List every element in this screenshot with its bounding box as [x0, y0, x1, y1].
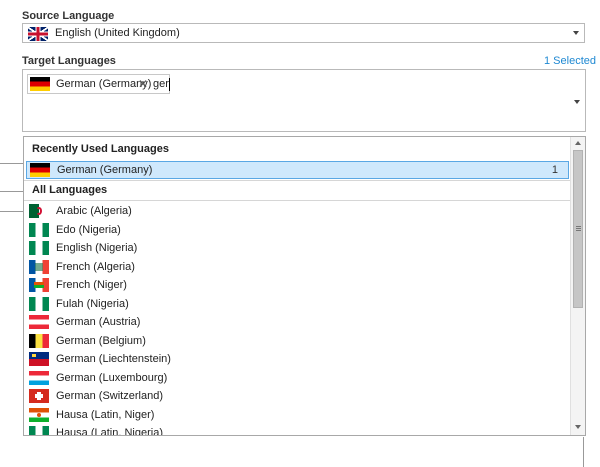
- list-item-german-germany[interactable]: German (Germany) 1: [26, 161, 569, 179]
- divider-line: [0, 191, 24, 192]
- france-algeria-flag-icon: [29, 259, 49, 274]
- list-item-label: German (Liechtenstein): [56, 353, 171, 365]
- list-item[interactable]: German (Switzerland): [24, 387, 570, 405]
- target-languages-field[interactable]: German (Germany) ✕ ger: [22, 69, 586, 132]
- selected-count-link[interactable]: 1 Selected: [544, 55, 596, 67]
- grip-line: [576, 230, 581, 231]
- chevron-down-icon[interactable]: [573, 31, 579, 35]
- austria-flag-icon: [29, 315, 49, 329]
- scroll-up-icon[interactable]: [575, 141, 581, 145]
- list-item[interactable]: Arabic (Algeria): [24, 202, 570, 220]
- list-item-label: German (Belgium): [56, 334, 146, 347]
- usage-count: 1: [551, 164, 558, 176]
- grip-line: [576, 226, 581, 227]
- selected-language-chip: German (Germany) ✕: [27, 74, 170, 94]
- switzerland-flag-icon: [29, 389, 49, 403]
- belgium-flag-icon: [29, 333, 49, 348]
- list-item-label: German (Switzerland): [56, 390, 163, 402]
- list-item-label: Hausa (Latin, Niger): [56, 408, 155, 421]
- list-item[interactable]: French (Algeria): [24, 258, 570, 276]
- luxembourg-flag-icon: [29, 370, 49, 385]
- nigeria-flag-icon: [29, 426, 49, 435]
- divider-line: [583, 437, 584, 467]
- divider-line: [0, 163, 24, 164]
- recent-languages-header: Recently Used Languages: [32, 143, 169, 155]
- all-languages-header: All Languages: [32, 184, 108, 196]
- list-item[interactable]: Hausa (Latin, Nigeria): [24, 424, 570, 436]
- list-item-label: French (Algeria): [56, 260, 135, 273]
- language-dropdown-list[interactable]: Recently Used Languages German (Germany)…: [23, 136, 586, 436]
- germany-flag-icon: [30, 77, 50, 91]
- algeria-flag-icon: [29, 204, 49, 218]
- text-cursor: [169, 78, 170, 91]
- nigeria-flag-icon: [29, 222, 49, 237]
- section-divider: [24, 180, 570, 181]
- chevron-down-icon[interactable]: [574, 100, 580, 104]
- list-item[interactable]: Fulah (Nigeria): [24, 295, 570, 313]
- remove-chip-icon[interactable]: ✕: [138, 77, 148, 91]
- list-item-label: German (Austria): [56, 316, 141, 328]
- grip-line: [576, 228, 581, 229]
- list-item[interactable]: German (Belgium): [24, 332, 570, 350]
- source-language-select[interactable]: English (United Kingdom): [22, 23, 585, 43]
- list-item[interactable]: Hausa (Latin, Niger): [24, 406, 570, 424]
- uk-flag-icon: [28, 27, 48, 41]
- list-item[interactable]: German (Luxembourg): [24, 369, 570, 387]
- list-item[interactable]: Edo (Nigeria): [24, 221, 570, 239]
- list-item-label: Edo (Nigeria): [56, 223, 121, 236]
- liechtenstein-flag-icon: [29, 352, 49, 366]
- divider-line: [0, 211, 24, 212]
- section-divider: [24, 200, 570, 201]
- list-item-label: French (Niger): [56, 279, 127, 291]
- germany-flag-icon: [30, 163, 50, 177]
- list-item-label: Hausa (Latin, Nigeria): [56, 427, 163, 436]
- nigeria-flag-icon: [29, 241, 49, 255]
- list-item[interactable]: German (Liechtenstein): [24, 350, 570, 368]
- scrollbar-thumb[interactable]: [573, 150, 583, 308]
- target-languages-label: Target Languages: [22, 55, 116, 67]
- list-item-label: German (Luxembourg): [56, 371, 168, 384]
- france-niger-flag-icon: [29, 278, 49, 292]
- list-item[interactable]: German (Austria): [24, 313, 570, 331]
- list-item[interactable]: English (Nigeria): [24, 239, 570, 257]
- source-language-label: Source Language: [22, 10, 115, 22]
- list-item-label: Arabic (Algeria): [56, 205, 132, 217]
- list-item-label: English (Nigeria): [56, 242, 138, 254]
- target-search-input[interactable]: ger: [153, 78, 169, 90]
- niger-flag-icon: [29, 407, 49, 422]
- list-item-label: Fulah (Nigeria): [56, 297, 129, 310]
- scrollbar[interactable]: [570, 137, 585, 435]
- scroll-down-icon[interactable]: [575, 425, 581, 429]
- source-language-value: English (United Kingdom): [55, 27, 180, 39]
- list-item-label: German (Germany): [57, 164, 153, 176]
- nigeria-flag-icon: [29, 296, 49, 311]
- list-item[interactable]: French (Niger): [24, 276, 570, 294]
